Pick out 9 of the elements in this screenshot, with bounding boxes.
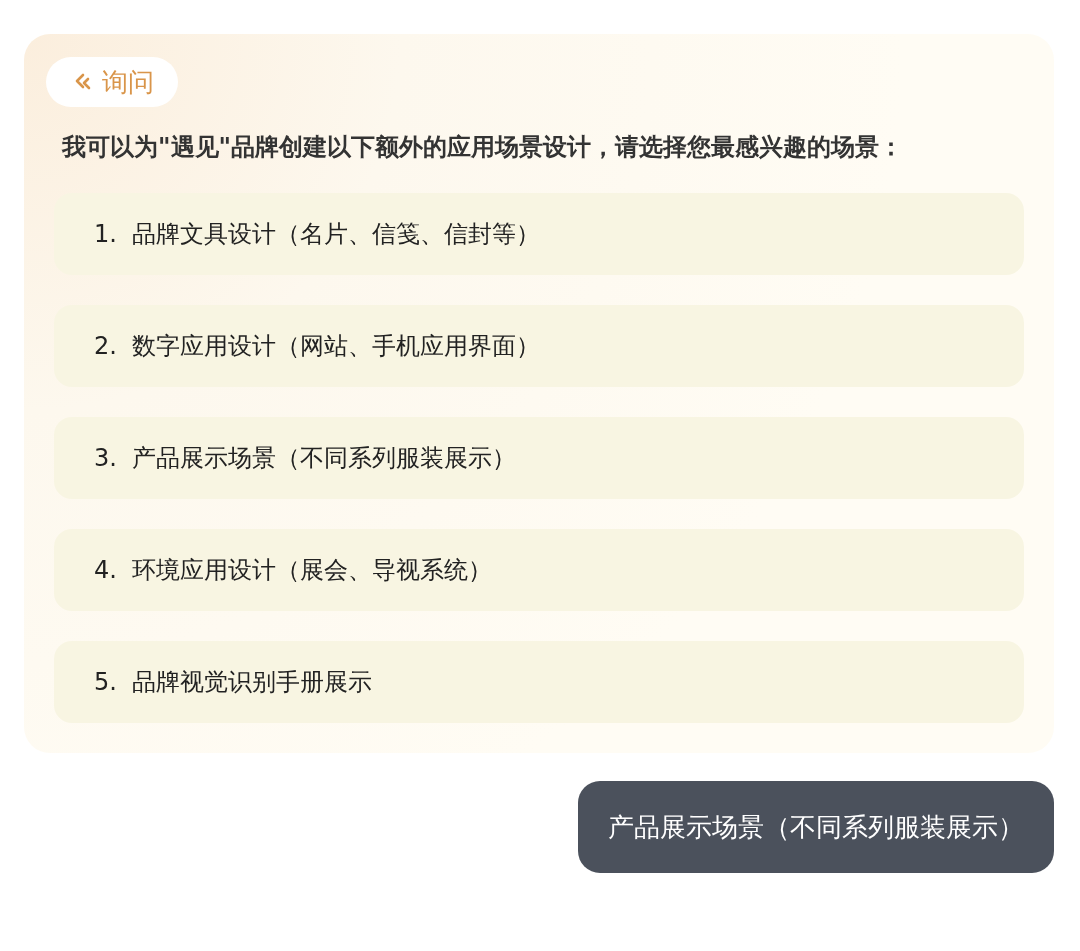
option-button[interactable]: 4. 环境应用设计（展会、导视系统） — [54, 529, 1024, 611]
question-text: 我可以为"遇见"品牌创建以下额外的应用场景设计，请选择您最感兴趣的场景： — [62, 132, 904, 163]
option-button[interactable]: 2. 数字应用设计（网站、手机应用界面） — [54, 305, 1024, 387]
option-button[interactable]: 3. 产品展示场景（不同系列服装展示） — [54, 417, 1024, 499]
option-button[interactable]: 1. 品牌文具设计（名片、信笺、信封等） — [54, 193, 1024, 275]
reply-bubble: 产品展示场景（不同系列服装展示） — [578, 781, 1054, 873]
badge-label: 询问 — [102, 65, 154, 99]
chevron-icon — [74, 73, 92, 91]
option-button[interactable]: 5. 品牌视觉识别手册展示 — [54, 641, 1024, 723]
